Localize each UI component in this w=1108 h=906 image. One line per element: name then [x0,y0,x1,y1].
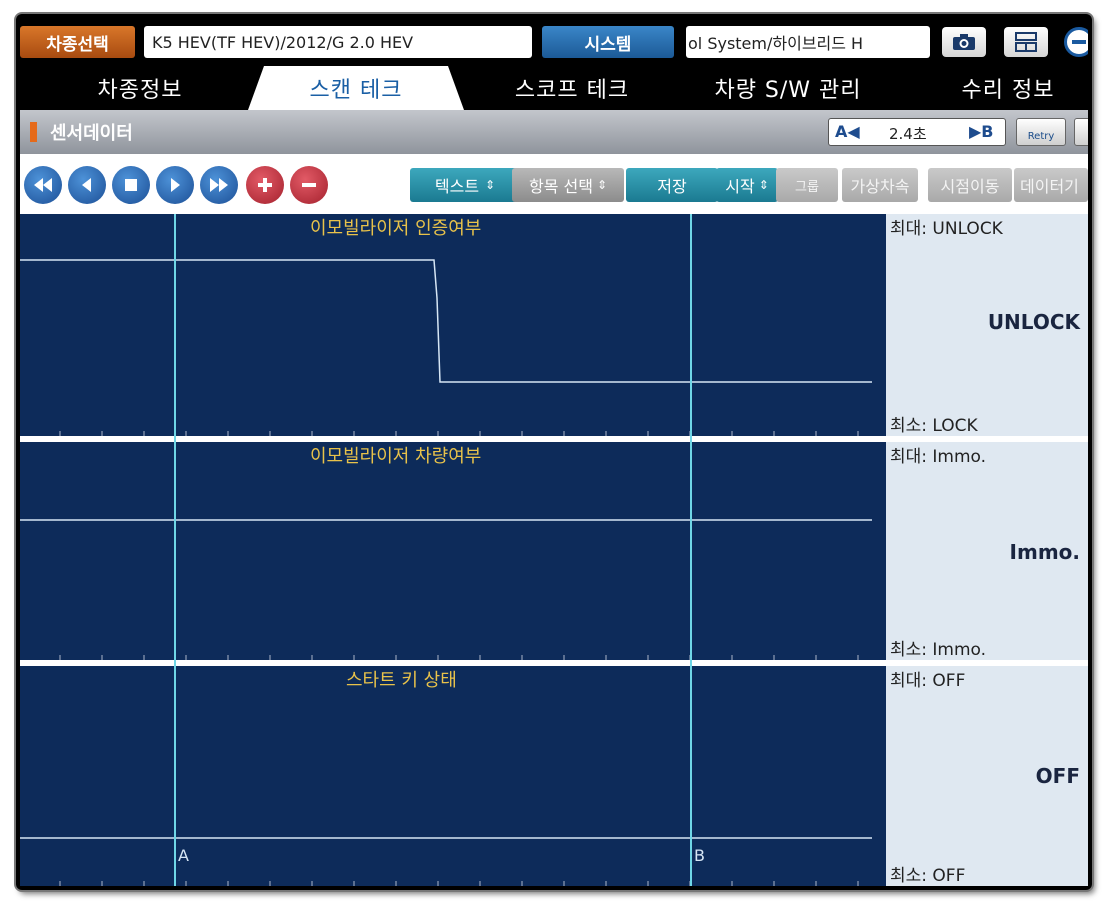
spinner-icon: ⇕ [758,178,769,192]
fast-backward-icon [34,178,52,192]
spinner-icon: ⇕ [596,178,608,192]
cursor-interval-box[interactable]: A◀ 2.4초 ▶B [828,118,1006,146]
tab-scope-tech[interactable]: 스코프 테크 [482,66,662,110]
tab-scan-tech[interactable]: 스캔 테크 [248,66,464,110]
model-select-button[interactable]: 차종선택 [20,26,135,58]
data-button[interactable]: 데이터기 [1014,168,1088,202]
step-backward-icon [82,178,91,192]
step-back-button[interactable] [68,166,106,204]
group-button[interactable]: 그룹 [776,168,838,202]
tab-sw-management[interactable]: 차량 S/W 관리 [688,66,888,110]
play-icon [171,178,180,192]
page-title: 센서데이터 [50,123,133,144]
text-mode-label: 텍스트 [434,177,480,196]
retry-button[interactable]: Retry [1016,118,1066,146]
start-button[interactable]: 시작 ⇕ [716,168,778,202]
more-button[interactable] [1074,118,1088,146]
camera-icon [953,34,975,50]
item-select-label: 항목 선택 [528,177,593,196]
graph-min-label: 최소: LOCK [890,416,978,436]
graph-current-value: OFF [1035,764,1080,788]
title-bar: 센서데이터 A◀ 2.4초 ▶B Retry [20,110,1088,154]
cursor-a-marker: A [178,846,189,865]
zoom-out-button[interactable] [290,166,328,204]
virtual-speed-button[interactable]: 가상차속 [842,168,918,202]
exit-button[interactable] [1064,27,1088,57]
tab-bar: 차종정보 스캔 테크 스코프 테크 차량 S/W 관리 수리 정보 [20,66,1088,110]
plus-icon [258,178,272,192]
zoom-in-button[interactable] [246,166,284,204]
rewind-button[interactable] [24,166,62,204]
graph-panel-immobilizer-auth: 이모빌라이저 인증여부 최대: UNLOCK UNLOCK 최소: LOCK [20,214,1088,436]
graph-title: 스타트 키 상태 [346,670,457,691]
graph-title: 이모빌라이저 차량여부 [310,446,482,467]
graph-min-label: 최소: OFF [890,866,966,886]
cursor-a-button[interactable]: A◀ [835,122,860,141]
signal-line [20,259,872,383]
cursor-b-line[interactable] [690,214,692,886]
graph-plot-immobilizer-auth [20,259,872,436]
tab-repair-info[interactable]: 수리 정보 [928,66,1088,110]
save-button[interactable]: 저장 [626,168,718,202]
layout-button[interactable] [1004,27,1048,57]
graph-side-panel: 최대: OFF OFF 최소: OFF [886,666,1088,886]
camera-button[interactable] [942,27,986,57]
graph-panel-immobilizer-vehicle: 이모빌라이저 차량여부 최대: Immo. Immo. 최소: Immo. [20,442,1088,660]
item-select-button[interactable]: 항목 선택 ⇕ [512,168,624,202]
top-bar: 차종선택 K5 HEV(TF HEV)/2012/G 2.0 HEV 시스템 o… [20,18,1088,66]
text-mode-button[interactable]: 텍스트 ⇕ [410,168,520,202]
fast-forward-icon [210,178,228,192]
fast-forward-button[interactable] [200,166,238,204]
graph-max-label: 최대: Immo. [890,447,987,467]
title-marker [30,122,37,142]
graph-max-label: 최대: OFF [890,671,966,691]
app-window: 차종선택 K5 HEV(TF HEV)/2012/G 2.0 HEV 시스템 o… [16,14,1092,890]
cursor-interval-value: 2.4초 [889,125,927,143]
toolbar: 텍스트 ⇕ 항목 선택 ⇕ 저장 시작 ⇕ 그룹 가상차속 시점이동 데이터기 [20,154,1088,214]
play-button[interactable] [156,166,194,204]
graph-plot-immobilizer-vehicle [20,519,872,660]
start-label: 시작 [725,177,755,196]
cursor-a-line[interactable] [174,214,176,886]
cursor-b-button[interactable]: ▶B [969,122,994,141]
minus-icon [302,183,316,187]
graph-current-value: Immo. [1009,540,1080,564]
graph-plot-start-key [20,837,872,886]
graph-title: 이모빌라이저 인증여부 [310,218,482,239]
layout-icon [1015,32,1037,52]
app-content: 차종선택 K5 HEV(TF HEV)/2012/G 2.0 HEV 시스템 o… [20,18,1088,886]
stop-icon [125,179,137,191]
graph-side-panel: 최대: UNLOCK UNLOCK 최소: LOCK [886,214,1088,436]
graph-current-value: UNLOCK [987,310,1080,334]
graph-min-label: 최소: Immo. [890,640,987,660]
cursor-b-marker: B [694,846,705,865]
system-button[interactable]: 시스템 [542,26,674,58]
model-field[interactable]: K5 HEV(TF HEV)/2012/G 2.0 HEV [144,26,532,58]
time-move-button[interactable]: 시점이동 [928,168,1012,202]
minus-icon [1072,40,1086,44]
spinner-icon: ⇕ [485,178,496,192]
graph-side-panel: 최대: Immo. Immo. 최소: Immo. [886,442,1088,660]
graph-max-label: 최대: UNLOCK [890,219,1003,239]
stop-button[interactable] [112,166,150,204]
tab-vehicle-info[interactable]: 차종정보 [60,66,220,110]
system-field[interactable]: ol System/하이브리드 H [686,26,930,58]
